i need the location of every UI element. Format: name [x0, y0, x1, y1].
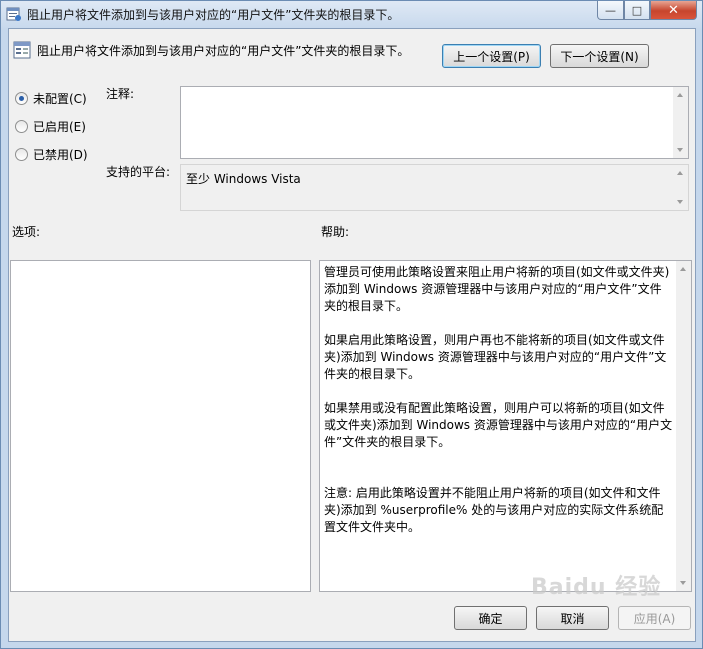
- setting-name: 阻止用户将文件添加到与该用户对应的“用户文件”文件夹的根目录下。: [37, 44, 410, 58]
- options-label: 选项:: [12, 225, 41, 239]
- next-setting-button[interactable]: 下一个设置(N): [550, 44, 649, 68]
- radio-button[interactable]: [15, 120, 28, 133]
- maximize-icon: □: [631, 3, 643, 17]
- window-title: 阻止用户将文件添加到与该用户对应的“用户文件”文件夹的根目录下。: [27, 8, 400, 22]
- scroll-down-icon[interactable]: [677, 200, 683, 204]
- apply-button[interactable]: 应用(A): [618, 606, 691, 630]
- scroll-up-icon[interactable]: [677, 93, 683, 97]
- comment-label: 注释:: [106, 87, 135, 101]
- platform-scrollbar[interactable]: [673, 165, 688, 210]
- help-scrollbar[interactable]: [676, 261, 691, 591]
- help-panel[interactable]: 管理员可使用此策略设置来阻止用户将新的项目(如文件或文件夹)添加到 Window…: [319, 260, 692, 592]
- close-button[interactable]: ✕: [650, 1, 697, 20]
- platform-field: 至少 Windows Vista: [180, 164, 689, 211]
- options-panel[interactable]: [10, 260, 311, 592]
- comment-scrollbar[interactable]: [673, 87, 688, 158]
- radio-button[interactable]: [15, 92, 28, 105]
- dialog-client-area: 阻止用户将文件添加到与该用户对应的“用户文件”文件夹的根目录下。 上一个设置(P…: [8, 28, 696, 642]
- policy-settings-icon: [6, 7, 21, 21]
- help-label: 帮助:: [321, 225, 350, 239]
- radio-enabled[interactable]: 已启用(E): [15, 118, 86, 135]
- policy-dialog-window: 阻止用户将文件添加到与该用户对应的“用户文件”文件夹的根目录下。 — □ ✕ 阻…: [0, 0, 703, 649]
- radio-disabled[interactable]: 已禁用(D): [15, 146, 88, 163]
- scroll-up-icon[interactable]: [680, 267, 686, 271]
- radio-label: 已启用(E): [33, 120, 86, 134]
- minimize-button[interactable]: —: [597, 1, 624, 20]
- title-bar[interactable]: 阻止用户将文件添加到与该用户对应的“用户文件”文件夹的根目录下。 — □ ✕: [1, 1, 702, 27]
- scroll-down-icon[interactable]: [677, 148, 683, 152]
- radio-not-configured[interactable]: 未配置(C): [15, 90, 87, 107]
- setting-icon: [13, 41, 31, 59]
- radio-label: 已禁用(D): [33, 148, 88, 162]
- comment-textarea[interactable]: [180, 86, 689, 159]
- maximize-button[interactable]: □: [624, 1, 650, 20]
- scroll-down-icon[interactable]: [680, 581, 686, 585]
- radio-label: 未配置(C): [33, 92, 87, 106]
- minimize-icon: —: [605, 3, 616, 17]
- help-text: 管理员可使用此策略设置来阻止用户将新的项目(如文件或文件夹)添加到 Window…: [324, 265, 673, 534]
- platform-label: 支持的平台:: [106, 165, 171, 179]
- platform-value: 至少 Windows Vista: [186, 172, 301, 186]
- ok-button[interactable]: 确定: [454, 606, 527, 630]
- scroll-up-icon[interactable]: [677, 171, 683, 175]
- cancel-button[interactable]: 取消: [536, 606, 609, 630]
- close-icon: ✕: [668, 2, 679, 18]
- baidu-watermark: Baidu 经验: [531, 575, 662, 600]
- radio-button[interactable]: [15, 148, 28, 161]
- previous-setting-button[interactable]: 上一个设置(P): [442, 44, 541, 68]
